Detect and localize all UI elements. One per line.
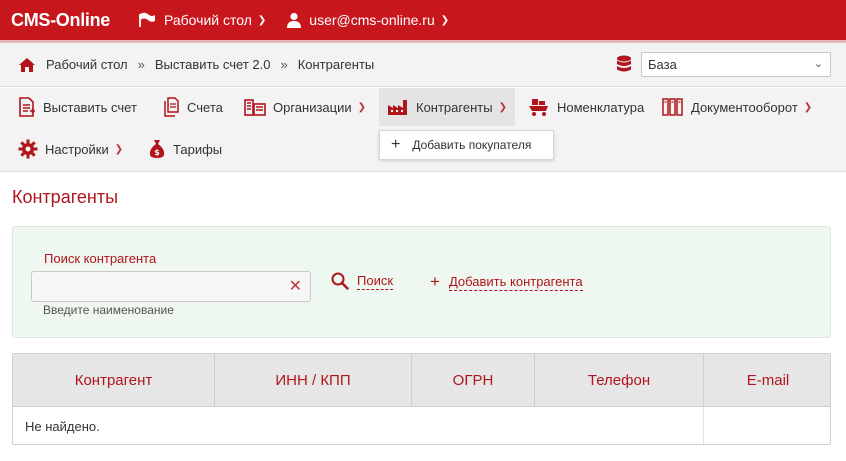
menu-item-tariffs[interactable]: $ Тарифы <box>148 130 222 168</box>
user-email: user@cms-online.ru <box>309 12 435 28</box>
table-empty-message: Не найдено. <box>13 407 704 444</box>
chevron-down-icon: ❯ <box>498 101 507 113</box>
breadcrumb-item-counterparties: Контрагенты <box>297 57 375 72</box>
search-input[interactable]: ✕ <box>31 271 311 302</box>
menu-item-document-flow[interactable]: Документооборот ❯ <box>662 88 812 126</box>
breadcrumb-separator: » <box>137 57 145 72</box>
menu-label: Организации <box>273 99 352 115</box>
breadcrumb: Рабочий стол » Выставить счет 2.0 » Конт… <box>0 43 846 87</box>
buildings-icon <box>244 99 266 116</box>
menu-item-invoices[interactable]: Счета <box>162 88 223 126</box>
menu-label: Выставить счет <box>43 99 137 115</box>
chevron-down-icon: ❯ <box>257 14 267 26</box>
chevron-down-icon: ❯ <box>357 101 367 113</box>
menu-label: Тарифы <box>173 141 223 157</box>
menu-item-nomenclature[interactable]: Номенклатура <box>528 88 644 126</box>
breadcrumb-item-invoice[interactable]: Выставить счет 2.0 <box>155 57 271 72</box>
plus-icon: + <box>430 272 440 291</box>
close-icon[interactable]: ✕ <box>289 278 302 296</box>
desktop-menu[interactable]: Рабочий стол ❯ <box>137 12 266 28</box>
factory-icon <box>388 100 407 115</box>
column-header-phone[interactable]: Телефон <box>535 354 704 407</box>
search-icon <box>331 272 349 290</box>
plus-icon: + <box>391 136 401 153</box>
base-select[interactable]: База ⌄ <box>641 52 831 77</box>
menu-item-create-invoice[interactable]: Выставить счет <box>18 88 137 126</box>
chevron-down-icon: ❯ <box>114 143 124 155</box>
column-header-counterparty[interactable]: Контрагент <box>13 354 215 407</box>
menu-item-counterparties[interactable]: Контрагенты ❯ <box>379 88 515 126</box>
add-counterparty-label: Добавить контрагента <box>448 273 583 291</box>
gear-icon <box>18 139 38 159</box>
top-bar: CMS-Online Рабочий стол ❯ user@cms-onlin… <box>0 0 846 40</box>
column-header-email[interactable]: E-mail <box>704 354 830 407</box>
column-header-ogrn[interactable]: ОГРН <box>412 354 535 407</box>
menu-label: Настройки <box>45 141 109 157</box>
counterparties-dropdown: + Добавить покупателя <box>379 130 554 160</box>
search-button-label: Поиск <box>357 272 394 290</box>
money-bag-icon: $ <box>149 140 165 158</box>
search-panel: Поиск контрагента ✕ Введите наименование… <box>12 226 831 338</box>
chevron-down-icon: ⌄ <box>813 58 823 70</box>
chevron-down-icon: ❯ <box>803 101 813 113</box>
add-counterparty-button[interactable]: + Добавить контрагента <box>430 272 583 292</box>
dropdown-item-add-buyer[interactable]: Добавить покупателя <box>412 138 531 152</box>
menu-item-organizations[interactable]: Организации ❯ <box>244 88 366 126</box>
brand-logo[interactable]: CMS-Online <box>11 10 110 31</box>
page-title: Контрагенты <box>12 187 119 207</box>
user-menu[interactable]: user@cms-online.ru ❯ <box>286 12 449 28</box>
base-select-value: База <box>648 57 677 72</box>
user-icon <box>287 12 302 28</box>
database-icon <box>617 55 631 72</box>
cart-icon <box>529 99 548 116</box>
invoice-icon <box>19 97 35 117</box>
menu-label: Счета <box>187 99 223 115</box>
search-hint: Введите наименование <box>43 303 174 317</box>
menu-label: Документооборот <box>691 99 798 115</box>
menu-item-settings[interactable]: Настройки ❯ <box>18 130 123 168</box>
column-header-inn-kpp[interactable]: ИНН / КПП <box>215 354 412 407</box>
breadcrumb-separator: » <box>280 57 288 72</box>
menu-label: Номенклатура <box>557 99 645 115</box>
desktop-label: Рабочий стол <box>164 12 252 28</box>
breadcrumb-item-desktop[interactable]: Рабочий стол <box>46 57 128 72</box>
search-button[interactable]: Поиск <box>331 272 394 290</box>
svg-text:$: $ <box>154 148 160 157</box>
table-header: Контрагент ИНН / КПП ОГРН Телефон E-mail <box>13 354 830 407</box>
chevron-down-icon: ❯ <box>440 14 450 26</box>
folders-icon <box>662 98 683 116</box>
documents-icon <box>164 97 179 117</box>
counterparties-table: Контрагент ИНН / КПП ОГРН Телефон E-mail… <box>12 353 831 445</box>
flag-icon <box>139 12 155 27</box>
search-label: Поиск контрагента <box>44 251 157 266</box>
menu-label: Контрагенты <box>416 99 493 115</box>
home-icon[interactable] <box>18 57 36 73</box>
